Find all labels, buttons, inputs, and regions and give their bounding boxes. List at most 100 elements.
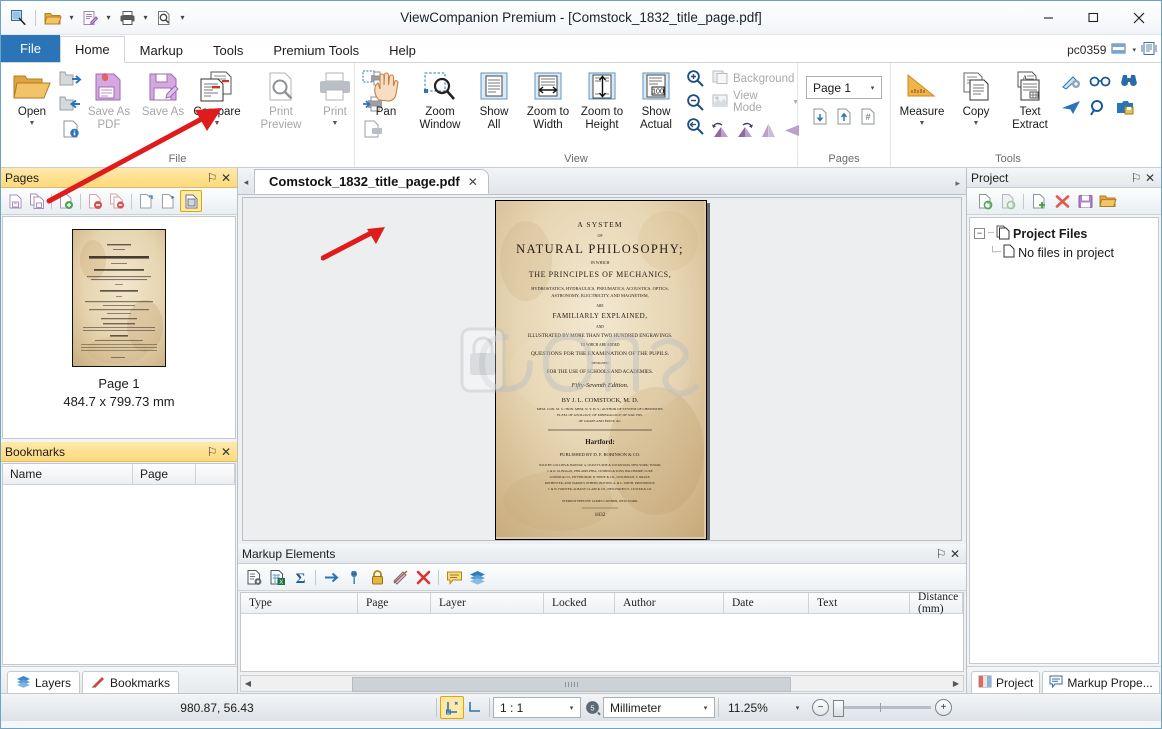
snap-icon[interactable] — [440, 696, 464, 719]
left-tab-bookmarks[interactable]: Bookmarks — [82, 671, 180, 693]
send-icon[interactable] — [1061, 99, 1081, 119]
markup-col-locked[interactable]: Locked — [544, 593, 615, 613]
page-thumbnail[interactable] — [72, 229, 166, 367]
goto-icon[interactable] — [321, 567, 341, 587]
markup-edit-icon[interactable] — [79, 7, 101, 29]
unit-caret[interactable]: ▾ — [699, 704, 712, 712]
markup-properties-icon[interactable] — [244, 567, 264, 587]
right-tab-markup-properties[interactable]: Markup Prope... — [1042, 671, 1160, 693]
zoom-find-icon[interactable] — [7, 7, 29, 29]
open-folder-icon[interactable] — [42, 7, 64, 29]
ribbon-options-caret[interactable]: ▾ — [1132, 46, 1136, 54]
left-tab-layers[interactable]: Layers — [7, 671, 81, 693]
pen-settings-icon[interactable] — [1061, 73, 1081, 93]
project-close-button[interactable]: ✕ — [1143, 171, 1157, 185]
tab-home[interactable]: Home — [59, 36, 125, 63]
export-excel-icon[interactable]: X — [267, 567, 287, 587]
bookmarks-pin-button[interactable]: ⚐ — [205, 445, 219, 459]
doctab-prev-arrow[interactable]: ◂ — [238, 170, 254, 194]
open-dropdown-caret[interactable]: ▼ — [29, 120, 36, 127]
file-info-icon[interactable] — [60, 119, 81, 142]
open-button[interactable]: Open ▼ — [5, 66, 59, 129]
glasses-icon[interactable] — [1089, 73, 1111, 93]
lock-icon[interactable] — [367, 567, 387, 587]
preview-dropdown-caret[interactable]: ▾ — [178, 13, 187, 22]
markup-col-distance[interactable]: Distance (mm) — [910, 591, 963, 615]
tab-help[interactable]: Help — [374, 37, 431, 63]
delete-pages-icon[interactable] — [107, 191, 127, 211]
zoom-to-height-button[interactable]: Zoom to Height — [575, 66, 629, 134]
zoom-window-button[interactable]: Zoom Window — [413, 66, 467, 134]
thumbnail-view-icon[interactable] — [180, 190, 202, 212]
markup-col-page[interactable]: Page — [358, 593, 431, 613]
tab-tools[interactable]: Tools — [198, 37, 258, 63]
measure-button[interactable]: Measure ▼ — [895, 66, 949, 129]
markup-col-layer[interactable]: Layer — [431, 593, 544, 613]
project-tree-expander[interactable]: − — [974, 228, 985, 239]
document-tab-close[interactable]: ✕ — [468, 175, 478, 189]
scale-select[interactable]: 1 : 1 ▾ — [493, 697, 581, 718]
close-button[interactable] — [1116, 1, 1161, 34]
page-number-icon[interactable]: # — [859, 107, 878, 129]
markup-col-text[interactable]: Text — [809, 593, 910, 613]
move-page-icon[interactable] — [158, 191, 178, 211]
print-dropdown-caret[interactable]: ▾ — [141, 13, 150, 22]
maximize-button[interactable] — [1071, 1, 1116, 34]
pan-button[interactable]: Pan — [359, 66, 413, 121]
hscroll-right-arrow[interactable]: ▶ — [949, 679, 963, 688]
pages-close-button[interactable]: ✕ — [219, 171, 233, 185]
open-project-icon[interactable] — [975, 191, 995, 211]
project-pin-button[interactable]: ⚐ — [1129, 171, 1143, 185]
bookmarks-close-button[interactable]: ✕ — [219, 445, 233, 459]
zoom-out-icon[interactable] — [686, 93, 704, 114]
tab-markup[interactable]: Markup — [125, 37, 198, 63]
add-page-icon[interactable] — [56, 191, 76, 211]
hide-icon[interactable] — [390, 567, 410, 587]
bookmarks-col-name[interactable]: Name — [3, 464, 133, 484]
copy-dropdown-caret[interactable]: ▼ — [973, 120, 980, 127]
ribbon-display-options-icon[interactable] — [1111, 42, 1127, 59]
page-select[interactable]: Page 1 ▾ — [806, 76, 882, 99]
zoom-slider-handle[interactable] — [833, 700, 844, 717]
zoom-slider-track[interactable] — [833, 700, 931, 717]
page-select-caret[interactable]: ▾ — [866, 84, 879, 92]
markup-col-type[interactable]: Type — [241, 593, 358, 613]
bookmarks-grid[interactable]: Name Page — [2, 463, 236, 665]
markup-col-date[interactable]: Date — [724, 593, 809, 613]
delete-icon[interactable] — [413, 567, 433, 587]
flip-vertical-icon[interactable] — [759, 121, 778, 142]
rotate-left-icon[interactable] — [711, 121, 730, 142]
print-preview-icon[interactable] — [153, 7, 175, 29]
open-dropdown-caret[interactable]: ▾ — [67, 13, 76, 22]
zoom-to-width-button[interactable]: Zoom to Width — [521, 66, 575, 134]
pages-pin-button[interactable]: ⚐ — [205, 171, 219, 185]
sum-icon[interactable]: Σ — [290, 567, 310, 587]
extract-page-icon[interactable] — [136, 191, 156, 211]
browse-folder-icon[interactable] — [1098, 191, 1118, 211]
layers-icon[interactable] — [467, 567, 487, 587]
compare-button[interactable]: Compare ▼ — [190, 66, 244, 129]
zoom-caret[interactable]: ▾ — [791, 704, 804, 712]
document-tab[interactable]: Comstock_1832_title_page.pdf ✕ — [254, 169, 489, 194]
compare-dropdown-caret[interactable]: ▼ — [214, 120, 221, 127]
open-forward-icon[interactable] — [59, 69, 82, 92]
hscroll-track[interactable] — [255, 677, 949, 692]
tool-settings-icon[interactable] — [344, 567, 364, 587]
measure-dropdown-caret[interactable]: ▼ — [919, 120, 926, 127]
delete-page-icon[interactable] — [85, 191, 105, 211]
show-actual-button[interactable]: 100 Show Actual — [629, 66, 683, 134]
text-extract-button[interactable]: A Text Extract — [1003, 66, 1057, 134]
binoculars-icon[interactable] — [1119, 73, 1139, 93]
unit-select[interactable]: Millimeter ▾ — [603, 697, 715, 718]
print-icon[interactable] — [116, 7, 138, 29]
save-page-icon[interactable] — [5, 191, 25, 211]
project-tree-child-row[interactable]: └┄ No files in project — [974, 243, 1154, 262]
remove-file-icon[interactable] — [1052, 191, 1072, 211]
comment-icon[interactable] — [444, 567, 464, 587]
search-icon[interactable] — [1089, 99, 1107, 119]
copy-button[interactable]: Copy ▼ — [949, 66, 1003, 129]
zoom-previous-icon[interactable] — [686, 117, 704, 138]
page-insert-below-icon[interactable] — [811, 107, 830, 129]
right-tab-project[interactable]: Project — [971, 671, 1041, 693]
zoom-slider[interactable]: − + — [806, 699, 952, 717]
